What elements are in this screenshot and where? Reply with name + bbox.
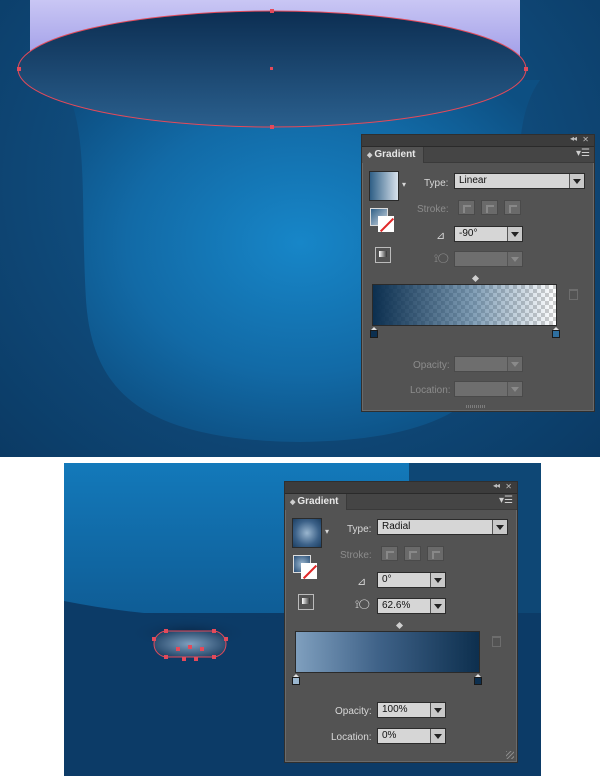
midpoint-diamond-icon[interactable] (395, 621, 404, 630)
stroke-label: Stroke: (417, 204, 449, 215)
opacity-input[interactable]: 100% (377, 702, 446, 718)
collapse-panel-icon[interactable]: ◂◂ (493, 481, 500, 490)
aspect-ratio-icon: ⟟◯ (434, 253, 449, 265)
location-label: Location: (410, 385, 451, 396)
fill-stroke-swap-icon[interactable] (293, 555, 321, 583)
angle-icon: ⊿ (436, 230, 446, 242)
type-label: Type: (347, 524, 372, 535)
tab-gradient[interactable]: ◆ Gradient (362, 147, 424, 163)
gradient-stop-right[interactable] (474, 674, 482, 685)
selected-foot-shape[interactable] (153, 630, 227, 658)
anchor-point[interactable] (17, 67, 21, 71)
stroke-across-button[interactable] (427, 546, 444, 561)
fill-stroke-swap-icon[interactable] (370, 208, 398, 236)
stroke-across-button[interactable] (504, 200, 521, 215)
angle-input[interactable]: -90° (454, 226, 523, 242)
collapse-panel-icon[interactable]: ◂◂ (570, 134, 577, 143)
anchor-point[interactable] (270, 9, 274, 13)
type-label: Type: (424, 178, 449, 189)
aspect-ratio-input[interactable]: 62.6% (377, 598, 446, 614)
opacity-input[interactable] (454, 356, 523, 372)
gradient-slider-bar[interactable] (295, 631, 480, 673)
stroke-label: Stroke: (340, 550, 372, 561)
type-dropdown[interactable]: Radial (377, 519, 508, 535)
stroke-within-button[interactable] (458, 200, 475, 215)
anchor-point[interactable] (270, 125, 274, 129)
panel-titlebar[interactable]: ◂◂ ✕ (285, 481, 517, 494)
panel-resize-grip[interactable] (466, 405, 486, 408)
artboard-top: ◂◂ ✕ ◆ Gradient ▾☰ ▾ Type: Linear Stroke:… (0, 0, 600, 457)
stroke-along-button[interactable] (404, 546, 421, 561)
midpoint-diamond-icon[interactable] (471, 274, 480, 283)
opacity-label: Opacity: (335, 706, 372, 717)
panel-tab-row: ◆ Gradient ▾☰ (362, 147, 594, 163)
stroke-along-button[interactable] (481, 200, 498, 215)
tab-gradient[interactable]: ◆ Gradient (285, 494, 347, 510)
reverse-gradient-icon[interactable] (298, 594, 314, 610)
gradient-slider-bar[interactable] (372, 284, 557, 326)
reverse-gradient-icon[interactable] (375, 247, 391, 263)
gradient-stop-right[interactable] (552, 327, 560, 338)
gradient-stop-left[interactable] (292, 674, 300, 685)
stroke-within-button[interactable] (381, 546, 398, 561)
panel-menu-icon[interactable]: ▾☰ (576, 148, 590, 159)
location-input[interactable]: 0% (377, 728, 446, 744)
close-panel-icon[interactable]: ✕ (505, 482, 512, 491)
panel-titlebar[interactable]: ◂◂ ✕ (362, 134, 594, 147)
center-point[interactable] (270, 67, 273, 70)
location-input[interactable] (454, 381, 523, 397)
location-label: Location: (331, 732, 372, 743)
gradient-panel-bottom: ◂◂ ✕ ◆ Gradient ▾☰ ▾ Type: Radial Stroke:… (284, 481, 518, 763)
delete-stop-icon[interactable] (492, 636, 501, 647)
swatch-dropdown-arrow-icon[interactable]: ▾ (402, 180, 406, 189)
type-dropdown[interactable]: Linear (454, 173, 585, 189)
panel-tab-row: ◆ Gradient ▾☰ (285, 494, 517, 510)
gradient-stop-left[interactable] (370, 327, 378, 338)
gradient-preview-swatch[interactable] (369, 171, 399, 201)
aspect-ratio-icon: ⟟◯ (355, 599, 370, 611)
resize-corner-icon[interactable] (506, 751, 514, 759)
delete-stop-icon[interactable] (569, 289, 578, 300)
angle-icon: ⊿ (357, 576, 367, 588)
opacity-label: Opacity: (413, 360, 450, 371)
gradient-preview-swatch[interactable] (292, 518, 322, 548)
angle-input[interactable]: 0° (377, 572, 446, 588)
panel-menu-icon[interactable]: ▾☰ (499, 495, 513, 506)
close-panel-icon[interactable]: ✕ (582, 135, 589, 144)
swatch-dropdown-arrow-icon[interactable]: ▾ (325, 527, 329, 536)
gradient-panel-top: ◂◂ ✕ ◆ Gradient ▾☰ ▾ Type: Linear Stroke:… (361, 134, 595, 412)
aspect-ratio-input[interactable] (454, 251, 523, 267)
anchor-point[interactable] (524, 67, 528, 71)
